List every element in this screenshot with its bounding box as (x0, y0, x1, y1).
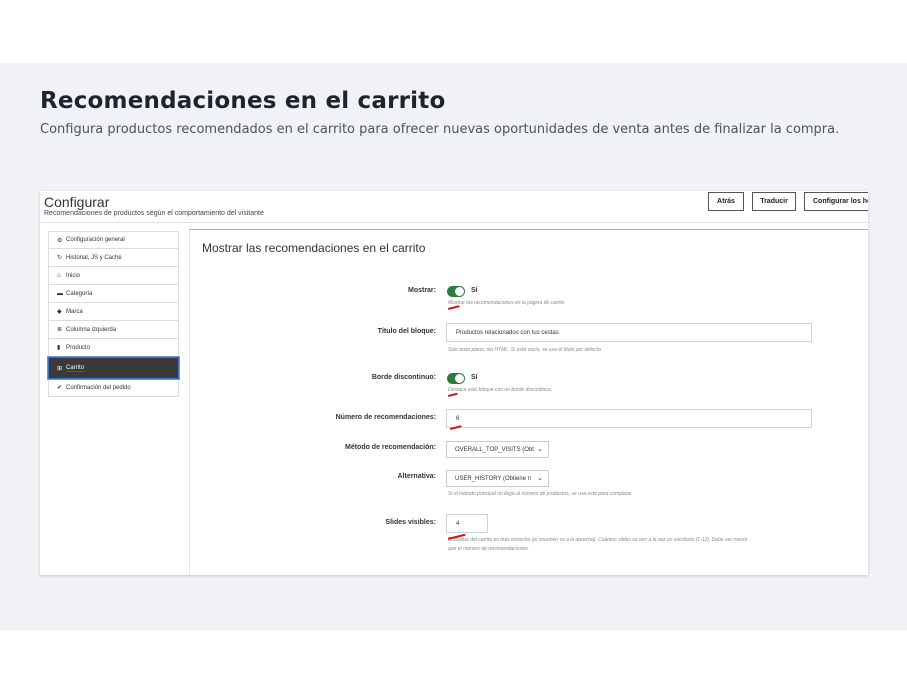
dashed-border-help: Destaca este bloque con un borde discont… (448, 387, 553, 393)
show-toggle-label: Sí (471, 287, 478, 294)
annotation-mark (447, 392, 458, 397)
sidebar-item-label: Carrito (66, 364, 85, 372)
fallback-select-value: USER_HISTORY (Obtiene n (455, 475, 532, 482)
sidebar-item-producto[interactable]: ▮ Producto (48, 339, 179, 357)
show-label: Mostrar: (407, 287, 436, 294)
visible-slides-help-line1: El bloque del carrito es más estrecho (e… (448, 537, 748, 543)
sidebar-item-label: Columna izquierda (66, 326, 117, 333)
columns-icon: ≣ (57, 327, 63, 333)
block-title-help: Solo texto plano, sin HTML. Si está vací… (448, 347, 603, 353)
method-select[interactable]: OVERALL_TOP_VISITS (Obt ⌄ (446, 441, 549, 458)
sidebar-item-label: Marca (66, 308, 83, 315)
num-recommendations-input[interactable]: 6 (446, 409, 812, 428)
cart-icon: ⊞ (57, 365, 63, 372)
page-subtitle: Configura productos recomendados en el c… (40, 122, 840, 137)
show-toggle[interactable] (447, 286, 465, 297)
column-divider (189, 229, 190, 575)
panel-subtitle: Recomendaciones de productos según el co… (44, 210, 264, 217)
back-button[interactable]: Atrás (708, 192, 744, 211)
dashed-border-label: Borde discontinuo: (371, 374, 436, 381)
method-label: Método de recomendación: (344, 444, 436, 451)
visible-slides-label: Slides visibles: (385, 519, 436, 526)
book-icon: ▮ (57, 345, 61, 351)
folder-icon: ▬ (57, 290, 63, 297)
num-recommendations-label: Número de recomendaciones: (335, 414, 436, 421)
section-title: Mostrar las recomendaciones en el carrit… (202, 241, 426, 255)
sidebar-item-label: Configuración general (66, 237, 125, 243)
sidebar-item-configuracion-general[interactable]: ⚙ Configuración general (48, 231, 179, 249)
sidebar-item-confirmacion-del-pedido[interactable]: ✔ Confirmación del pedido (48, 379, 179, 397)
sidebar-item-label: Producto (66, 344, 91, 351)
fallback-label: Alternativa: (397, 473, 436, 480)
method-select-value: OVERALL_TOP_VISITS (Obt (455, 446, 534, 453)
check-icon: ✔ (57, 385, 63, 391)
page-title: Recomendaciones en el carrito (40, 88, 446, 114)
sidebar-item-inicio[interactable]: ⌂ Inicio (48, 267, 179, 285)
visible-slides-input[interactable]: 4 (446, 514, 488, 533)
translate-button[interactable]: Traducir (752, 192, 796, 211)
show-help: Mostrar las recomendaciones en la página… (448, 300, 565, 306)
sidebar-nav: ⚙ Configuración general ↻ Historial, JS y C… (47, 231, 180, 397)
dashed-border-toggle[interactable] (447, 373, 465, 384)
visible-slides-help-line2: que el número de recomendaciones. (448, 546, 530, 552)
sidebar-item-label: Categoría (66, 290, 93, 297)
sidebar-item-categoria[interactable]: ▬ Categoría (48, 285, 179, 303)
configure-hooks-button[interactable]: Configurar los ho (804, 192, 868, 211)
sidebar-item-columna-izquierda[interactable]: ≣ Columna izquierda (48, 321, 179, 339)
toggle-knob (455, 374, 464, 383)
tag-icon: ◆ (57, 309, 62, 315)
home-icon: ⌂ (57, 272, 61, 279)
chevron-down-icon: ⌄ (537, 475, 543, 482)
sidebar-item-label: Historial, JS y Cache (66, 254, 122, 261)
dashed-border-toggle-label: Sí (471, 374, 478, 381)
configure-panel: Configurar Recomendaciones de productos … (40, 191, 868, 575)
chevron-down-icon: ⌄ (537, 446, 543, 453)
sidebar-item-marca[interactable]: ◆ Marca (48, 303, 179, 321)
block-title-label: Título del bloque: (377, 328, 436, 335)
panel-title: Configurar (44, 194, 110, 210)
refresh-icon: ↻ (57, 255, 63, 261)
fallback-help: Si el método principal no llega al númer… (448, 491, 632, 497)
section-top-border (189, 229, 868, 230)
toggle-knob (455, 287, 464, 296)
block-title-input[interactable]: Productos relacionados con tus cestas (446, 323, 812, 342)
sidebar-item-label: Confirmación del pedido (66, 384, 131, 391)
sidebar-item-historial-js-y-cache[interactable]: ↻ Historial, JS y Cache (48, 249, 179, 267)
fallback-select[interactable]: USER_HISTORY (Obtiene n ⌄ (446, 470, 549, 487)
sidebar-item-carrito[interactable]: ⊞ Carrito (47, 356, 180, 380)
gears-icon: ⚙ (57, 237, 63, 244)
panel-header: Configurar Recomendaciones de productos … (40, 191, 868, 223)
sidebar-item-label: Inicio (66, 272, 81, 279)
